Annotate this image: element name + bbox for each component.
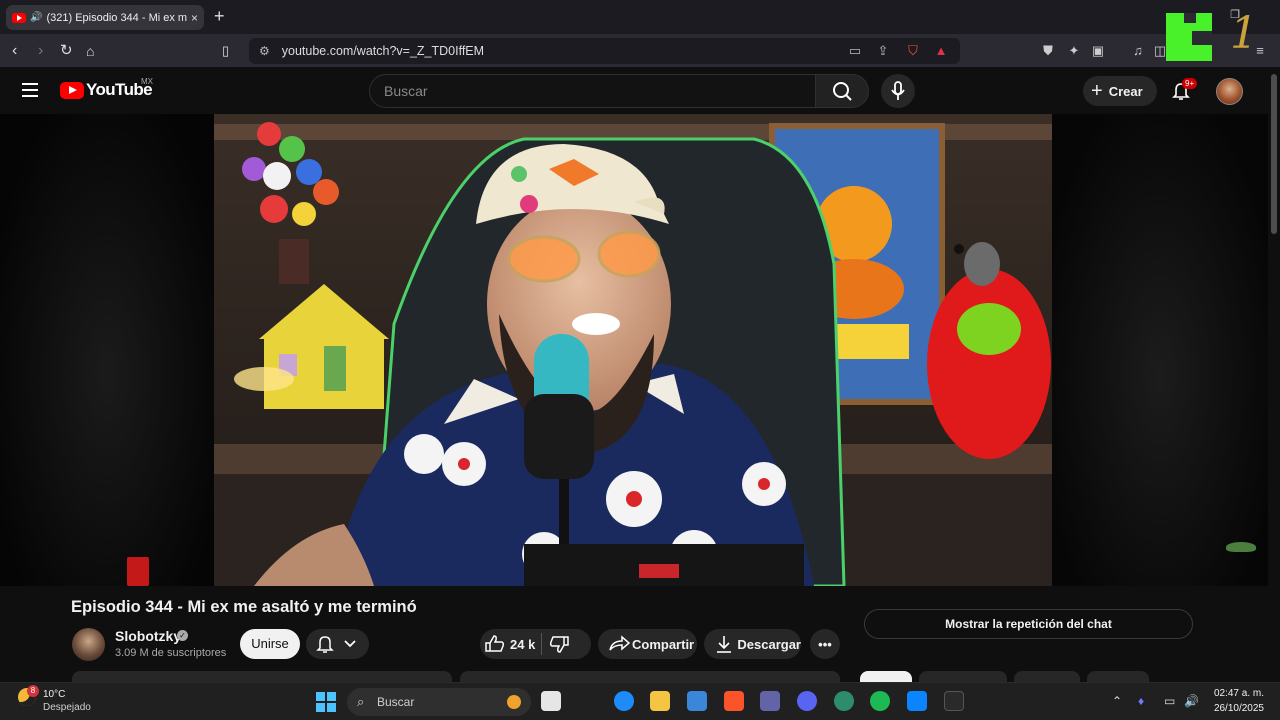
download-icon	[717, 636, 731, 653]
more-dots-icon: •••	[818, 636, 832, 652]
extensions-icon[interactable]: ✦	[1066, 43, 1082, 59]
video-frame-image	[214, 114, 1052, 586]
home-icon[interactable]: ⌂	[86, 42, 94, 60]
ambient-left	[0, 114, 214, 586]
notification-count-badge: 9+	[1182, 78, 1198, 89]
browser-toolbar: ‹ › ↻ ⌂ ▯ ⚙ youtube.com/watch?v=_Z_TD0If…	[0, 34, 1280, 68]
windows-start-icon[interactable]	[316, 692, 336, 712]
link-app-icon[interactable]	[834, 691, 854, 711]
vpn-icon[interactable]: ⛊	[1040, 43, 1056, 59]
browser-tab-strip: 🔊 (321) Episodio 344 - Mi ex me × + ❐	[0, 0, 1280, 34]
address-bar[interactable]: ⚙ youtube.com/watch?v=_Z_TD0IffEM ▭ ⇪ ⛉ …	[249, 38, 960, 64]
messenger-icon[interactable]	[614, 691, 634, 711]
microphone-icon	[891, 81, 905, 100]
url-text: youtube.com/watch?v=_Z_TD0IffEM	[281, 44, 485, 58]
like-count[interactable]: 24 k	[510, 637, 535, 652]
store-app-icon[interactable]	[907, 691, 927, 711]
search-button[interactable]	[815, 74, 869, 108]
spotify-icon[interactable]	[870, 691, 890, 711]
share-button[interactable]: Compartir	[598, 629, 697, 659]
create-label: Crear	[1108, 83, 1143, 99]
weather-alert-badge: 8	[27, 685, 39, 697]
dislike-icon[interactable]	[548, 629, 574, 659]
snack-bag-image	[127, 557, 149, 586]
youtube-header: YouTube MX Buscar + Crear 9+	[0, 68, 1268, 114]
volume-icon[interactable]: 🔊	[1184, 694, 1199, 708]
taskbar-search-label: Buscar	[377, 695, 415, 709]
share-label: Compartir	[632, 636, 695, 652]
country-code: MX	[141, 77, 153, 86]
plus-icon: +	[1091, 79, 1103, 102]
search-icon	[833, 82, 852, 101]
show-chat-replay-button[interactable]: Mostrar la repetición del chat	[864, 609, 1193, 639]
file-explorer-icon[interactable]	[650, 691, 670, 711]
windows-taskbar: 8 10°C Despejado ⌕ Buscar ⌃ ♦ ▭ 🔊 02:47 …	[0, 682, 1280, 720]
browser-tab[interactable]: 🔊 (321) Episodio 344 - Mi ex me ×	[6, 5, 204, 30]
tab-title: (321) Episodio 344 - Mi ex me	[46, 11, 187, 24]
microsoft-store-icon[interactable]	[687, 691, 707, 711]
join-button[interactable]: Unirse	[240, 629, 300, 659]
speaker-icon[interactable]: 🔊	[30, 12, 42, 23]
ambient-right	[1052, 114, 1268, 586]
one-watermark: 1	[1230, 8, 1258, 59]
clock-time[interactable]: 02:47 a. m.	[1208, 688, 1264, 699]
taskbar-search[interactable]: ⌕ Buscar	[347, 688, 531, 716]
account-avatar[interactable]	[1216, 78, 1243, 105]
task-view-icon[interactable]	[541, 691, 561, 711]
bookmark-icon[interactable]: ▯	[222, 42, 229, 60]
verified-badge-icon: ✓	[177, 630, 188, 641]
clock-date[interactable]: 26/10/2025	[1208, 703, 1264, 714]
search-input[interactable]: Buscar	[369, 74, 816, 108]
network-icon[interactable]: ▭	[1164, 694, 1175, 708]
subscriber-count: 3.09 M de suscriptores	[115, 647, 227, 659]
voice-search-button[interactable]	[881, 74, 915, 108]
teams-icon[interactable]	[760, 691, 780, 711]
download-label: Descargar	[737, 636, 801, 652]
youtube-logo-icon[interactable]	[60, 82, 84, 99]
download-button[interactable]: Descargar	[704, 629, 801, 659]
channel-avatar[interactable]	[72, 628, 105, 661]
media-icon[interactable]: ♫	[1130, 43, 1146, 59]
cast-icon[interactable]: ▭	[847, 43, 863, 59]
video-player[interactable]	[0, 114, 1268, 586]
page-scrollbar[interactable]	[1268, 68, 1280, 682]
youtube-favicon-icon	[12, 12, 26, 23]
forward-icon[interactable]: ›	[38, 42, 43, 60]
temperature[interactable]: 10°C	[43, 689, 65, 700]
like-icon[interactable]	[480, 629, 510, 659]
weather-condition[interactable]: Despejado	[43, 702, 91, 713]
brave-shields-icon[interactable]: ⛉	[905, 43, 921, 59]
tray-expand-icon[interactable]: ⌃	[1112, 694, 1122, 708]
reload-icon[interactable]: ↻	[60, 42, 73, 60]
video-title: Episodio 344 - Mi ex me asaltó y me term…	[71, 598, 417, 616]
channel-name[interactable]: Slobotzky	[115, 628, 181, 644]
more-actions-button[interactable]: •••	[810, 629, 840, 659]
frog-figure-image	[1226, 542, 1256, 552]
tab-close-icon[interactable]: ×	[191, 11, 198, 25]
search-icon: ⌕	[357, 694, 365, 709]
brave-rewards-icon[interactable]: ▲	[933, 43, 949, 59]
video-frame[interactable]	[214, 114, 1052, 586]
hamburger-menu-icon[interactable]	[22, 83, 38, 97]
notification-preferences-button[interactable]	[306, 629, 369, 659]
like-dislike-group: 24 k	[480, 629, 591, 659]
back-icon[interactable]: ‹	[12, 42, 17, 60]
tray-mic-icon[interactable]: ♦	[1138, 694, 1144, 708]
k-watermark-logo	[1166, 13, 1212, 61]
discord-icon[interactable]	[797, 691, 817, 711]
create-button[interactable]: + Crear	[1083, 76, 1157, 106]
site-settings-icon[interactable]: ⚙	[259, 44, 270, 58]
bell-chevron-icon	[316, 636, 356, 653]
new-tab-button[interactable]: +	[214, 6, 225, 27]
wallet-icon[interactable]: ▣	[1090, 43, 1106, 59]
share-page-icon[interactable]: ⇪	[875, 43, 891, 59]
brave-browser-icon[interactable]	[724, 691, 744, 711]
brave-nightly-icon[interactable]	[944, 691, 964, 711]
share-icon	[609, 635, 631, 651]
search-highlight-icon	[507, 695, 521, 709]
